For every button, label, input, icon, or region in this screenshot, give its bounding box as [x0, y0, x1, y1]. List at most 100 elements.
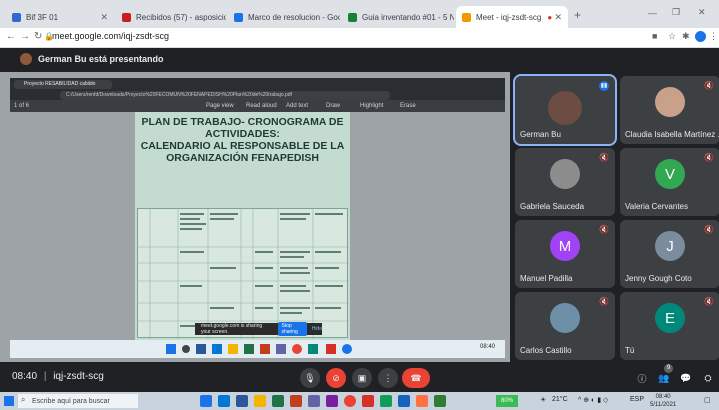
- url-field[interactable]: meet.google.com/iqj-zsdt-scg: [52, 31, 169, 41]
- back-icon[interactable]: ←: [6, 31, 16, 42]
- close-tab-icon[interactable]: ✕: [100, 12, 108, 23]
- participant-tile[interactable]: E 🔇 Tú: [620, 292, 719, 360]
- taskbar-search-field[interactable]: ⌕ Escribe aquí para buscar: [18, 394, 138, 408]
- address-bar: ← → ↻ 🔒 meet.google.com/iqj-zsdt-scg ■ ☆…: [0, 28, 719, 48]
- participant-name: Tú: [625, 346, 635, 355]
- tab-label: Marco de resolucion - Google: [248, 12, 340, 22]
- leave-call-button[interactable]: ☎: [402, 368, 430, 388]
- powerpoint-icon[interactable]: [290, 395, 302, 407]
- pdf-title-line: ACTIVIDADES:: [205, 128, 280, 140]
- taskview-icon[interactable]: [200, 395, 212, 407]
- app-icon[interactable]: [380, 395, 392, 407]
- sharing-banner: meet.google.com is sharing your screen. …: [195, 322, 322, 336]
- participant-tile[interactable]: M 🔇 Manuel Padilla: [515, 220, 615, 288]
- pdf-table-grid: [138, 209, 349, 339]
- participant-avatar: V: [655, 159, 685, 189]
- battery-indicator: 80%: [496, 395, 518, 407]
- close-tab-icon[interactable]: ✕: [554, 12, 562, 23]
- chrome-icon[interactable]: [344, 395, 356, 407]
- participant-tile[interactable]: V 🔇 Valeria Cervantes: [620, 148, 719, 216]
- present-button[interactable]: ▣: [352, 368, 372, 388]
- camera-off-icon: ⊘: [332, 372, 340, 383]
- camera-button[interactable]: ⊘: [326, 368, 346, 388]
- app-icon[interactable]: [398, 395, 410, 407]
- mic-button[interactable]: 🎙: [300, 368, 320, 388]
- app-icon[interactable]: [362, 395, 374, 407]
- new-tab-button[interactable]: +: [574, 8, 581, 22]
- pdf-page-label: 1 of 6: [14, 103, 30, 109]
- pdf-title-line: ORGANIZACIÓN FENAPEDISH: [166, 152, 319, 164]
- mic-icon: 🎙: [304, 372, 316, 383]
- close-window-icon[interactable]: ✕: [698, 7, 706, 18]
- app-icon: [326, 344, 336, 354]
- meeting-details-button[interactable]: ⓘ: [632, 368, 652, 388]
- end-call-icon: ☎: [410, 372, 422, 383]
- minimize-icon[interactable]: —: [648, 8, 657, 18]
- sheets-icon: [348, 12, 357, 22]
- participant-tile[interactable]: ▮▮ German Bu: [513, 74, 617, 146]
- browser-tab[interactable]: Recibidos (57) - asposicion (7) ✕: [116, 6, 226, 28]
- restore-icon[interactable]: ❐: [672, 7, 680, 18]
- shared-tab: Proyecto RESABILIDAD cabildo: [14, 80, 112, 89]
- activities-icon: ⛭: [704, 372, 712, 383]
- tab-label: Guia inventando #01 - 5 NOV: [362, 12, 454, 22]
- tab-favicon-icon: [12, 12, 21, 22]
- browser-tab[interactable]: Guia inventando #01 - 5 NOV ✕: [342, 6, 454, 28]
- pdf-title-line: CALENDARIO AL RESPONSABLE DE LA: [140, 140, 345, 152]
- windows-start-icon: [166, 344, 176, 354]
- more-options-button[interactable]: ⋮: [378, 368, 398, 388]
- participant-name: Claudia Isabella Martínez ...: [625, 130, 719, 139]
- participants-count-badge: 9: [664, 364, 673, 373]
- pdf-tool: Draw: [326, 103, 341, 109]
- weather-temp[interactable]: 21°C: [552, 396, 568, 403]
- forward-icon[interactable]: →: [20, 31, 30, 42]
- folder-icon[interactable]: [254, 395, 266, 407]
- participant-avatar: M: [550, 231, 580, 261]
- excel-icon: [244, 344, 254, 354]
- participant-tile[interactable]: 🔇 Claudia Isabella Martínez ...: [620, 76, 719, 144]
- meet-control-bar: 08:40 | iqj-zsdt-scg 🎙 ⊘ ▣ ⋮ ☎ ⓘ 👥 9 💬 ⛭: [0, 362, 719, 392]
- meeting-separator: |: [43, 371, 47, 382]
- participant-tile[interactable]: 🔇 Carlos Castillo: [515, 292, 615, 360]
- participant-name: Manuel Padilla: [520, 274, 573, 283]
- app-icon[interactable]: [326, 395, 338, 407]
- browser-tab[interactable]: Marco de resolucion - Google ✕: [228, 6, 340, 28]
- keyboard-language[interactable]: ESP: [630, 396, 644, 403]
- extensions-icon[interactable]: ✱: [682, 31, 690, 42]
- participant-photo: [655, 87, 685, 117]
- stop-sharing-button[interactable]: Stop sharing: [278, 322, 307, 336]
- edge-icon: [212, 344, 222, 354]
- presenting-text: German Bu está presentando: [38, 54, 164, 64]
- meeting-time: 08:40: [12, 371, 38, 382]
- teams-icon[interactable]: [308, 395, 320, 407]
- app-icon[interactable]: [434, 395, 446, 407]
- app-icon[interactable]: [416, 395, 428, 407]
- participant-tile[interactable]: J 🔇 Jenny Gough Coto: [620, 220, 719, 288]
- browser-tab-active[interactable]: Meet - iqj-zsdt-scg ● ✕: [456, 6, 568, 28]
- weather-icon[interactable]: ☀: [540, 396, 546, 404]
- edge-icon[interactable]: [218, 395, 230, 407]
- search-placeholder: Escribe aquí para buscar: [32, 397, 110, 405]
- participant-photo: [550, 159, 580, 189]
- profile-avatar[interactable]: [695, 31, 706, 42]
- mic-off-icon: 🔇: [704, 297, 714, 306]
- tray-icons[interactable]: ^ ⊕ ◐ ▮ ◇: [578, 396, 608, 404]
- participant-photo: [548, 91, 582, 125]
- windows-start-icon[interactable]: [4, 396, 14, 406]
- chat-button[interactable]: 💬: [676, 368, 696, 388]
- reload-icon[interactable]: ↻: [34, 31, 42, 42]
- pdf-toolbar: 1 of 6 Page view Read aloud Add text Dra…: [10, 100, 505, 112]
- notifications-icon[interactable]: ▢: [704, 396, 711, 404]
- menu-icon[interactable]: ⋮: [709, 31, 718, 42]
- participant-name: German Bu: [520, 130, 561, 139]
- excel-icon[interactable]: [272, 395, 284, 407]
- word-icon[interactable]: [236, 395, 248, 407]
- browser-tab[interactable]: Bif 3F 01 ✕: [6, 6, 114, 28]
- system-clock[interactable]: 08:40 5/11/2021: [650, 393, 676, 409]
- star-icon[interactable]: ☆: [668, 31, 676, 42]
- participant-tile[interactable]: 🔇 Gabriela Sauceda: [515, 148, 615, 216]
- hide-banner-button[interactable]: Hide: [312, 326, 322, 332]
- participant-name: Carlos Castillo: [520, 346, 572, 355]
- activities-button[interactable]: ⛭: [698, 368, 718, 388]
- camera-permission-icon[interactable]: ■: [652, 31, 657, 41]
